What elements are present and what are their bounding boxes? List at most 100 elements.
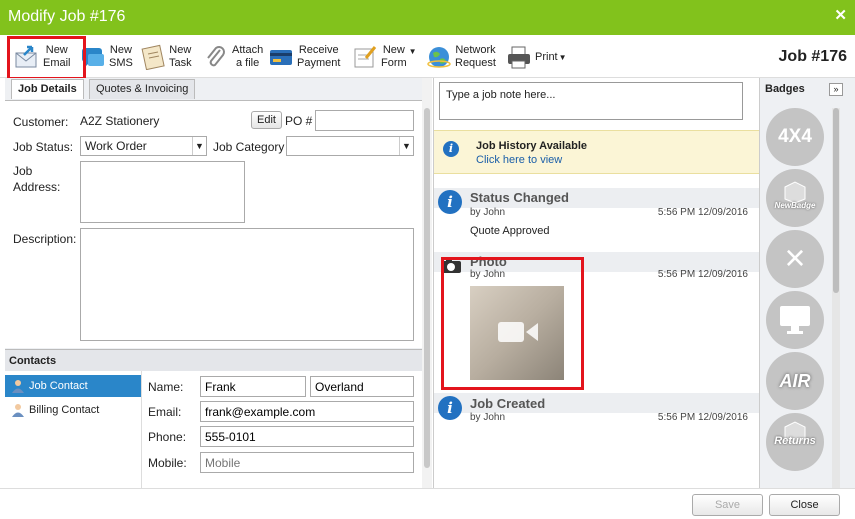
last-name-input[interactable] [310, 376, 414, 397]
info-icon: i [443, 141, 459, 157]
globe-icon [426, 44, 452, 70]
job-address-label-line1: Job [13, 164, 33, 178]
po-label: PO # [285, 114, 313, 128]
contact-item-billing-contact[interactable]: Billing Contact [5, 399, 141, 421]
badge-returns[interactable]: Returns [766, 413, 824, 471]
badge-cancel[interactable]: × [766, 230, 824, 288]
print-label: Print [535, 50, 558, 63]
highlight-photo [441, 257, 584, 390]
history-title: Job History Available [476, 140, 588, 152]
contacts-header: Contacts [5, 349, 422, 371]
badge-label: Returns [774, 435, 816, 447]
left-scrollbar[interactable] [422, 78, 432, 488]
expand-badges-button[interactable]: » [829, 83, 843, 96]
badges-panel: Badges » 4X4 NewBadge × AIR Returns [759, 78, 855, 488]
network-request-button[interactable]: Network Request [426, 39, 496, 75]
note-entry-time: 5:56 PM 12/09/2016 [657, 207, 748, 218]
person-icon [12, 380, 24, 393]
job-address-label-line2: Address: [13, 180, 61, 194]
tab-quotes-invoicing[interactable]: Quotes & Invoicing [89, 79, 196, 99]
info-icon: i [438, 190, 462, 214]
description-label: Description: [13, 232, 77, 246]
close-icon[interactable]: ✕ [834, 6, 847, 24]
new-task-button[interactable]: New Task [140, 39, 192, 75]
print-button[interactable]: Print ▼ [506, 39, 567, 75]
new-form-button[interactable]: New Form ▼ [352, 39, 417, 75]
po-input[interactable] [315, 110, 414, 131]
job-note-input[interactable]: Type a job note here... [439, 82, 743, 120]
paperclip-icon [203, 44, 229, 70]
job-form: Customer: A2Z Stationery Edit PO # Job S… [5, 100, 422, 348]
job-status-select[interactable]: Work Order ▼ [80, 136, 207, 156]
contact-form: Name: Email: Phone: Mobile: [141, 371, 422, 488]
customer-value: A2Z Stationery [80, 114, 160, 128]
note-entry-time: 5:56 PM 12/09/2016 [657, 412, 748, 423]
chevron-down-icon: ▼ [399, 137, 413, 155]
job-address-input[interactable] [80, 161, 245, 223]
description-input[interactable] [80, 228, 414, 341]
tab-job-details[interactable]: Job Details [11, 79, 84, 99]
printer-icon [506, 44, 532, 70]
new-task-line1: New [169, 44, 192, 56]
customer-label: Customer: [13, 115, 69, 129]
footer: Save Close [0, 488, 855, 519]
network-line1: Network [455, 44, 496, 56]
attach-line2: a file [235, 57, 260, 69]
new-sms-button[interactable]: New SMS [80, 39, 133, 75]
mobile-label: Mobile: [148, 456, 187, 470]
phone-field[interactable] [200, 426, 414, 447]
save-button[interactable]: Save [692, 494, 763, 516]
contact-item-label: Job Contact [29, 380, 88, 392]
job-status-value: Work Order [85, 139, 147, 153]
badge-air[interactable]: AIR [766, 352, 824, 410]
badges-scrollbar[interactable] [832, 108, 840, 488]
name-label: Name: [148, 380, 184, 394]
badge-newbadge[interactable]: NewBadge [766, 169, 824, 227]
receive-line1: Receive [298, 44, 339, 56]
phone-label: Phone: [148, 430, 187, 444]
job-category-select[interactable]: ▼ [286, 136, 414, 156]
receive-line2: Payment [297, 57, 341, 69]
job-status-label: Job Status: [13, 140, 74, 154]
chevron-down-icon: ▼ [408, 46, 417, 56]
job-history-banner[interactable]: i Job History Available Click here to vi… [434, 130, 759, 174]
new-task-line2: Task [169, 57, 192, 69]
email-field[interactable] [200, 401, 414, 422]
job-number-title: Job #176 [778, 48, 847, 65]
badge-4x4[interactable]: 4X4 [766, 108, 824, 166]
job-category-label: Job Category [213, 140, 285, 154]
new-sms-line2: SMS [109, 57, 133, 69]
first-name-input[interactable] [200, 376, 306, 397]
note-entry-body: Quote Approved [470, 225, 550, 237]
note-entry-title: Status Changed [470, 190, 569, 205]
badge-monitor[interactable] [766, 291, 824, 349]
person-icon [12, 404, 24, 417]
email-label: Email: [148, 405, 182, 419]
note-entry-title: Job Created [470, 396, 546, 411]
badges-scrollbar-thumb[interactable] [833, 108, 839, 293]
mobile-field[interactable] [200, 452, 414, 473]
left-scrollbar-thumb[interactable] [424, 108, 430, 468]
history-link[interactable]: Click here to view [476, 154, 562, 166]
title-bar: Modify Job #176 ✕ [0, 0, 855, 35]
monitor-icon [780, 306, 810, 334]
payment-icon [268, 44, 294, 70]
attach-file-button[interactable]: Attach a file [203, 39, 263, 75]
info-icon: i [438, 396, 462, 420]
contacts-list: Job Contact Billing Contact [5, 371, 141, 488]
attach-line1: Attach [232, 44, 264, 56]
chevron-down-icon: ▼ [558, 52, 567, 62]
badge-label: NewBadge [774, 201, 816, 210]
receive-payment-button[interactable]: Receive Payment [268, 39, 340, 75]
new-form-line1: New [382, 44, 405, 56]
new-sms-line1: New [109, 44, 132, 56]
new-form-line2: Form [381, 57, 407, 69]
close-button[interactable]: Close [769, 494, 840, 516]
edit-customer-button[interactable]: Edit [251, 111, 282, 129]
toolbar: New Email New SMS New Task Attach a file Rec… [0, 35, 855, 78]
badges-header: Badges [765, 83, 805, 95]
note-entry-time: 5:56 PM 12/09/2016 [657, 269, 748, 280]
contact-item-job-contact[interactable]: Job Contact [5, 375, 141, 397]
highlight-new-email [7, 36, 86, 80]
form-icon [352, 44, 378, 70]
